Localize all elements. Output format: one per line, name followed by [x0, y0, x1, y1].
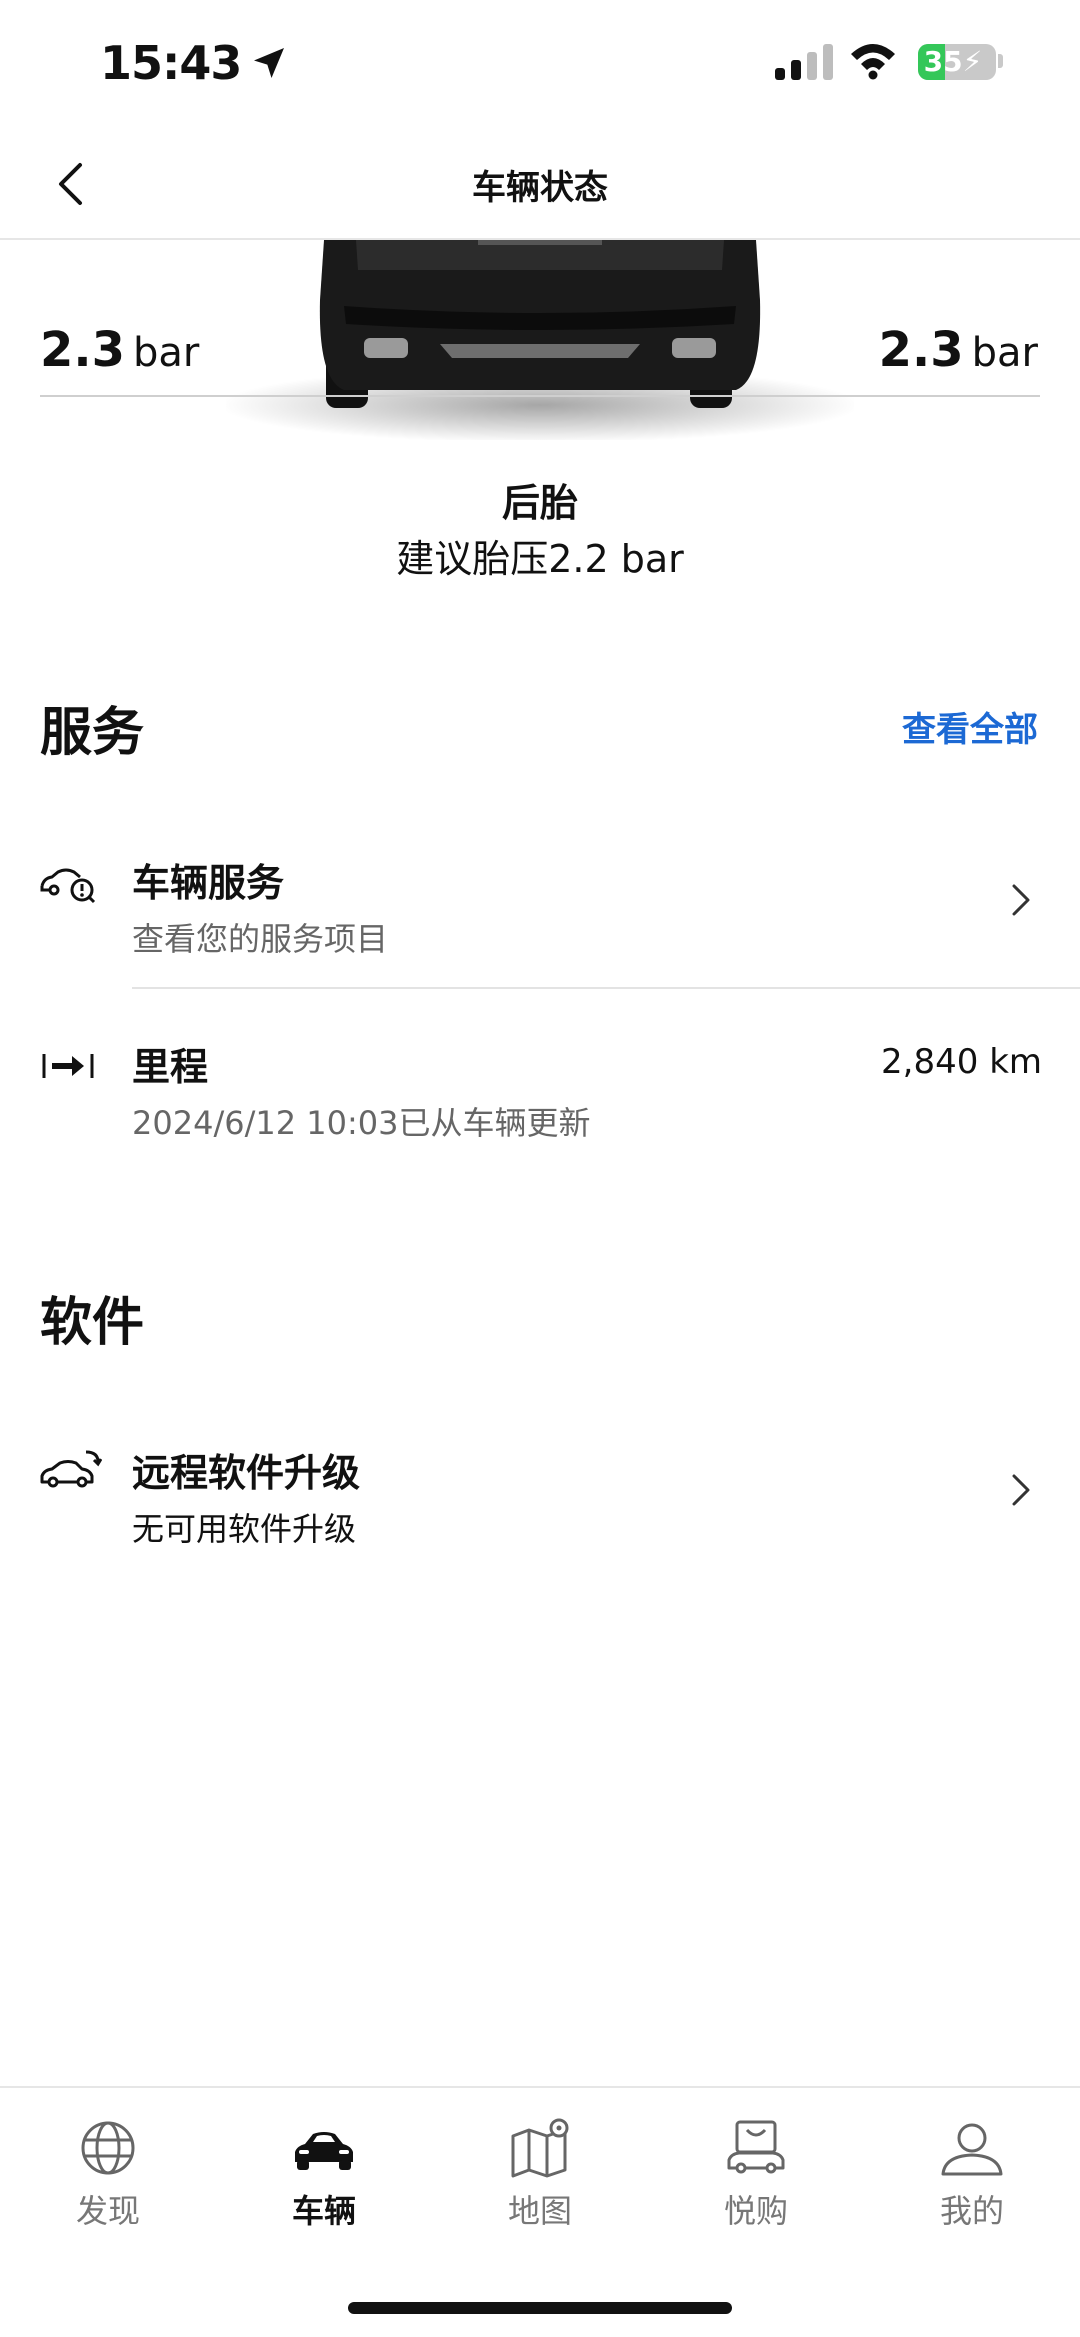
location-arrow-icon	[254, 48, 285, 78]
ground-line	[40, 395, 1040, 397]
tab-shop[interactable]: 悦购	[676, 2118, 836, 2232]
rear-right-pressure: 2.3 bar	[879, 322, 1038, 378]
page-title: 车辆状态	[472, 168, 608, 208]
rear-left-pressure-unit: bar	[133, 330, 200, 376]
chevron-right-icon	[1012, 1474, 1030, 1506]
rear-right-pressure-value: 2.3	[878, 322, 964, 378]
status-time: 15:43	[100, 36, 289, 90]
car-rear-image	[226, 240, 854, 440]
tab-map-label: 地图	[507, 2192, 572, 2230]
battery-level: 35	[923, 45, 963, 78]
nav-bar: 车辆状态	[0, 130, 1080, 240]
cellular-signal-icon	[775, 44, 833, 80]
time-text: 15:43	[100, 36, 242, 90]
rear-right-pressure-unit: bar	[971, 330, 1038, 376]
tab-shop-label: 悦购	[723, 2192, 788, 2230]
divider	[132, 987, 1080, 989]
shop-car-icon	[727, 2120, 785, 2174]
wifi-icon	[851, 44, 895, 80]
remote-software-upgrade-row[interactable]: 远程软件升级 无可用软件升级	[0, 1430, 1080, 1580]
home-indicator[interactable]	[348, 2302, 732, 2314]
mileage-icon	[42, 1054, 94, 1078]
mileage-updated-text: 2024/6/12 10:03已从车辆更新	[132, 1104, 591, 1142]
mileage-title: 里程	[132, 1045, 209, 1089]
vehicle-service-subtitle: 查看您的服务项目	[132, 920, 389, 958]
rear-left-pressure-value: 2.3	[40, 322, 126, 378]
tab-discover-label: 发现	[75, 2192, 140, 2230]
map-icon	[511, 2118, 569, 2178]
globe-icon	[81, 2121, 135, 2175]
tab-map[interactable]: 地图	[460, 2118, 620, 2232]
vehicle-service-title: 车辆服务	[132, 861, 285, 905]
profile-icon	[941, 2123, 1003, 2176]
tab-profile[interactable]: 我的	[892, 2118, 1052, 2232]
battery-icon: 35⚡	[918, 44, 996, 80]
vehicle-service-row[interactable]: 车辆服务 查看您的服务项目	[0, 840, 1080, 990]
car-upgrade-icon	[40, 1450, 102, 1488]
remote-upgrade-title: 远程软件升级	[132, 1451, 361, 1495]
rear-left-pressure: 2.3 bar	[40, 322, 199, 378]
battery-tip	[998, 54, 1003, 68]
chevron-right-icon	[1012, 884, 1030, 916]
tab-vehicle-label: 车辆	[291, 2192, 356, 2230]
recommended-pressure: 建议胎压2.2 bar	[396, 537, 684, 581]
tab-vehicle[interactable]: 车辆	[244, 2118, 404, 2232]
status-bar: 15:43 35⚡	[0, 0, 1080, 130]
remote-upgrade-subtitle: 无可用软件升级	[132, 1510, 357, 1548]
tab-profile-label: 我的	[939, 2192, 1004, 2230]
rear-tyre-label: 后胎	[501, 481, 578, 525]
tab-discover[interactable]: 发现	[28, 2118, 188, 2232]
view-all-link[interactable]: 查看全部	[902, 702, 1038, 751]
mileage-row: 里程 2024/6/12 10:03已从车辆更新 2,840 km	[0, 1030, 1080, 1160]
services-section-title: 服务	[40, 703, 145, 763]
tab-bar: 发现 车辆 地图 悦购 我的	[0, 2086, 1080, 2337]
tyre-pressure-panel: 2.3 bar 2.3 bar 后胎 建议胎压2.2 bar	[0, 240, 1080, 600]
car-service-icon	[40, 868, 96, 904]
mileage-value: 2,840 km	[881, 1042, 1042, 1082]
software-section-title: 软件	[40, 1293, 145, 1353]
car-icon	[295, 2132, 353, 2170]
